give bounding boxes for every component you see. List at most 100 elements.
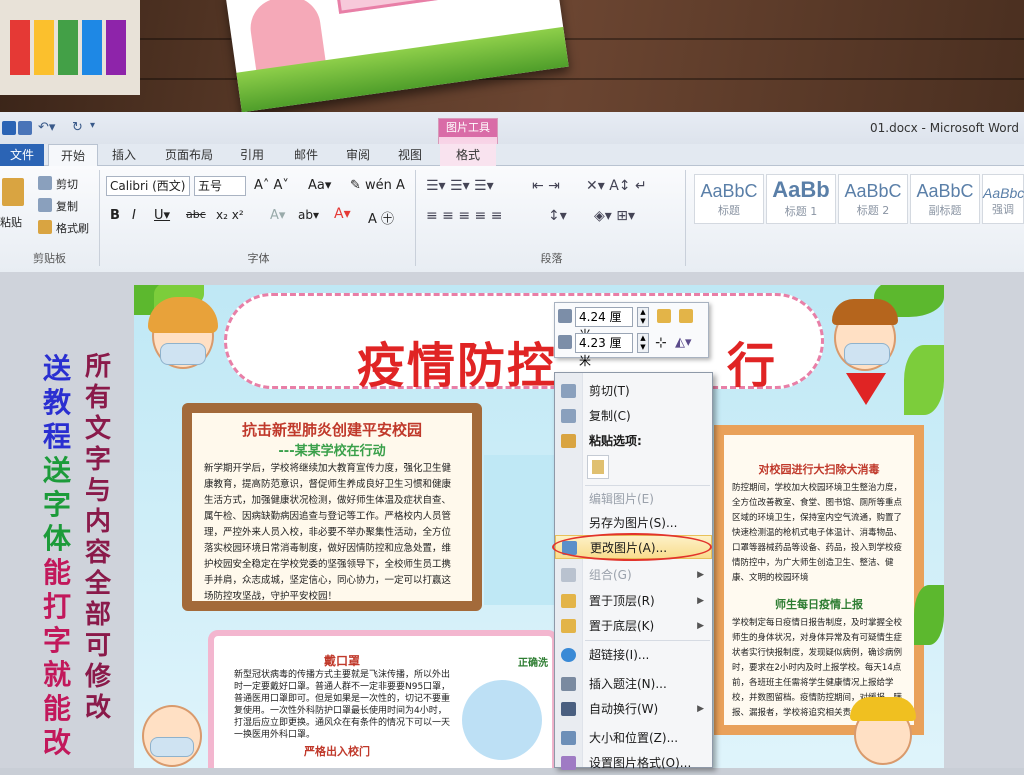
clear-format-icon[interactable]: ✎ wén A	[350, 178, 405, 193]
menu-label: 置于顶层(R)	[589, 594, 655, 608]
width-spinner[interactable]: ▲ ▼	[637, 333, 649, 353]
style-heading1[interactable]: AaBb 标题 1	[766, 174, 836, 224]
copy-button[interactable]: 复制	[56, 198, 78, 214]
main-board: 抗击新型肺炎创建平安校园 ---某某学校在行动 新学期开学后，学校将继续加大教育…	[182, 403, 482, 611]
cartoon-girl-hair	[148, 297, 218, 333]
subscript-icon[interactable]: x₂ x²	[216, 208, 244, 222]
shading-icon[interactable]: ◈▾ ⊞▾	[594, 208, 635, 224]
crayons-image	[0, 0, 140, 95]
width-input[interactable]: 4.23 厘米	[575, 333, 633, 368]
leaf-decoration	[914, 585, 944, 645]
bullets-icon[interactable]: ☰▾ ☰▾ ☰▾	[426, 178, 494, 194]
tab-insert[interactable]: 插入	[104, 144, 144, 166]
font-size-select[interactable]: 五号	[194, 176, 246, 196]
style-heading2[interactable]: AaBbC 标题 2	[838, 174, 908, 224]
font-name-select[interactable]: Calibri (西文)	[106, 176, 190, 196]
chinese-layout-icon[interactable]: ✕▾ A↕ ↵	[586, 178, 647, 194]
word-icon[interactable]	[2, 121, 16, 135]
clipboard-group: 粘贴 剪切 复制 格式刷 剪贴板	[0, 170, 100, 266]
crop-icon[interactable]: ⊹	[655, 335, 667, 351]
right-title-1: 对校园进行大扫除大消毒	[758, 463, 880, 476]
line-spacing-icon[interactable]: ↕▾	[548, 208, 567, 224]
poster-title-part1: 疫情防控	[357, 338, 558, 394]
font-color-icon[interactable]: A▾	[334, 206, 351, 222]
tab-format[interactable]: 格式	[440, 144, 496, 166]
menu-label: 插入题注(N)...	[589, 677, 667, 691]
bring-to-front-icon	[561, 594, 576, 608]
send-backward-icon[interactable]	[679, 309, 693, 323]
save-icon[interactable]	[18, 121, 32, 135]
strikethrough-icon[interactable]: abc	[186, 208, 206, 221]
tab-review[interactable]: 审阅	[338, 144, 378, 166]
red-scarf	[846, 373, 886, 405]
menu-change-picture[interactable]: 更改图片(A)...	[552, 533, 712, 561]
menu-save-as-picture[interactable]: 另存为图片(S)...	[555, 511, 712, 535]
indent-icon[interactable]: ⇤ ⇥	[532, 178, 560, 194]
promo-char: 送	[42, 454, 71, 487]
menu-separator	[585, 640, 710, 641]
redo-icon[interactable]: ↻	[72, 120, 83, 135]
wrap-text-icon[interactable]: ◭▾	[675, 335, 692, 350]
style-name: 标题 2	[856, 204, 890, 217]
font-group: Calibri (西文) 五号 A˄ A˅ Aa▾ ✎ wén A B I U▾…	[102, 170, 416, 266]
menu-edit-picture[interactable]: 编辑图片(E)	[555, 487, 712, 511]
right-board: 对校园进行大扫除大消毒 防控期间，学校加大校园环境卫生整治力度，全方位改善教室、…	[714, 425, 924, 735]
menu-label: 超链接(I)...	[589, 648, 650, 662]
tab-file[interactable]: 文件	[0, 144, 44, 166]
poster-document[interactable]: 疫情防控 行 抗击新型肺炎创建平安校园 ---某某学校在行动 新学期开学后，学校将…	[134, 285, 944, 768]
menu-label: 剪切(T)	[589, 384, 630, 398]
tab-view[interactable]: 视图	[390, 144, 430, 166]
context-menu: 剪切(T) 复制(C) 粘贴选项: 编辑图片(E) 另存为图片(S)... 更改…	[552, 372, 713, 770]
title-banner: 疫情防控 行	[224, 293, 824, 394]
height-input[interactable]: 4.24 厘米	[575, 307, 633, 342]
customize-qat-icon[interactable]: ▾	[90, 120, 95, 131]
menu-send-to-back[interactable]: 置于底层(K) ▶	[555, 614, 712, 638]
menu-label: 大小和位置(Z)...	[589, 731, 679, 745]
menu-cut[interactable]: 剪切(T)	[555, 379, 712, 403]
menu-format-picture[interactable]: 设置图片格式(O)...	[555, 751, 712, 775]
menu-wrap-text[interactable]: 自动换行(W) ▶	[555, 697, 712, 721]
right-body-1: 防控期间，学校加大校园环境卫生整治力度，全方位改善教室、食堂、图书馆、厕所等重点…	[732, 483, 903, 583]
tab-home[interactable]: 开始	[48, 144, 98, 166]
format-painter-button[interactable]: 格式刷	[56, 220, 89, 236]
height-spinner[interactable]: ▲ ▼	[637, 307, 649, 327]
menu-bring-to-front[interactable]: 置于顶层(R) ▶	[555, 589, 712, 613]
paste-icon[interactable]	[2, 178, 24, 206]
poster-title-part2: 行	[727, 338, 778, 394]
submenu-arrow-icon: ▶	[697, 704, 704, 714]
cut-button[interactable]: 剪切	[56, 176, 78, 192]
format-painter-icon	[38, 220, 52, 234]
tab-references[interactable]: 引用	[232, 144, 272, 166]
menu-copy[interactable]: 复制(C)	[555, 404, 712, 428]
text-effects-icon[interactable]: A▾	[270, 208, 285, 223]
paste-keep-source-icon[interactable]	[587, 455, 609, 479]
menu-size-position[interactable]: 大小和位置(Z)...	[555, 726, 712, 750]
menu-insert-caption[interactable]: 插入题注(N)...	[555, 672, 712, 696]
promo-char: 字	[42, 624, 71, 657]
board-body: 新学期开学后，学校将继续加大教育宣传力度，强化卫生健康教育，提高防范意识，督促师…	[204, 463, 452, 602]
menu-label: 复制(C)	[589, 409, 631, 423]
underline-icon[interactable]: U▾	[154, 208, 170, 223]
face-mask	[150, 737, 194, 757]
highlight-icon[interactable]: ab▾	[298, 208, 319, 222]
menu-label: 置于底层(K)	[589, 619, 655, 633]
tab-mailings[interactable]: 邮件	[286, 144, 326, 166]
undo-icon[interactable]: ↶▾	[38, 120, 55, 135]
paste-button[interactable]: 粘贴	[0, 214, 22, 230]
char-shading-icon[interactable]: A ㊉	[368, 208, 394, 227]
style-subtitle[interactable]: AaBbC 副标题	[910, 174, 980, 224]
align-icons[interactable]: ≡ ≡ ≡ ≡ ≡	[426, 208, 502, 224]
bring-forward-icon[interactable]	[657, 309, 671, 323]
tab-page-layout[interactable]: 页面布局	[158, 144, 220, 166]
grow-font-icon[interactable]: A˄ A˅	[254, 178, 289, 193]
menu-group[interactable]: 组合(G) ▶	[555, 563, 712, 587]
group-icon	[561, 568, 576, 582]
italic-icon[interactable]: I	[132, 208, 136, 223]
style-title[interactable]: AaBbC 标题	[694, 174, 764, 224]
promo-char: 送	[42, 352, 71, 385]
style-emphasis[interactable]: AaBbc 强调	[982, 174, 1024, 224]
change-case-icon[interactable]: Aa▾	[308, 178, 331, 193]
menu-hyperlink[interactable]: 超链接(I)...	[555, 643, 712, 667]
bold-icon[interactable]: B	[110, 208, 120, 223]
ribbon: 粘贴 剪切 复制 格式刷 剪贴板 Calibri (西文) 五号 A˄ A˅ A…	[0, 166, 1024, 272]
